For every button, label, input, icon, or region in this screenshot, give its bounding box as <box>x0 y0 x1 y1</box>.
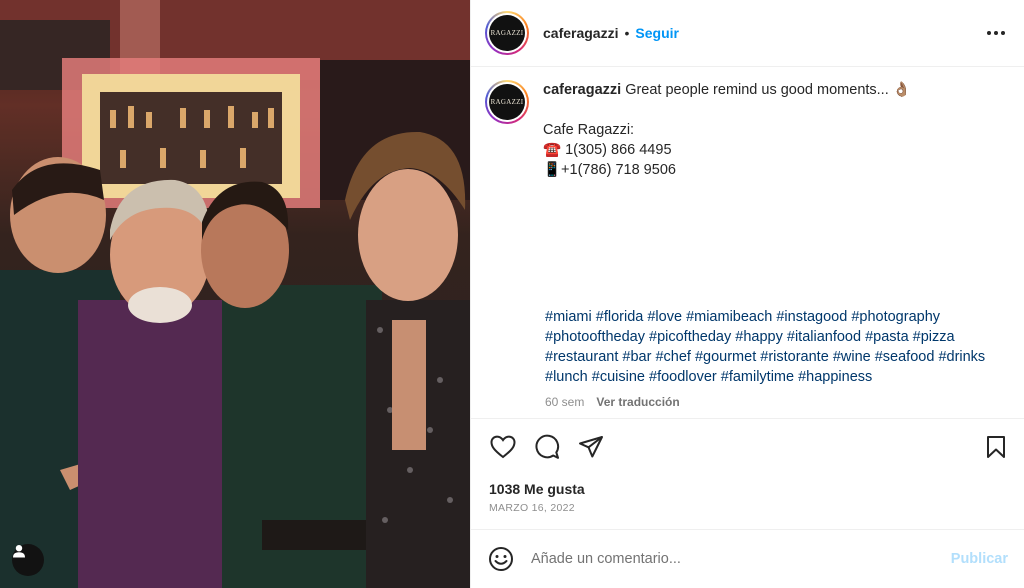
more-options-icon[interactable] <box>984 21 1008 45</box>
hashtag-link[interactable]: #lunch <box>545 369 588 385</box>
avatar-logo-text: RAGAZZI <box>489 15 525 51</box>
hashtag-link[interactable]: #italianfood <box>787 329 861 345</box>
heart-icon[interactable] <box>489 433 517 461</box>
caption-contact-lines: Cafe Ragazzi: ☎️ 1(305) 866 4495 📱+1(786… <box>543 120 911 180</box>
user-tag-icon[interactable] <box>12 544 44 576</box>
caption-avatar-logo-text: RAGAZZI <box>489 84 525 120</box>
see-translation-button[interactable]: Ver traducción <box>596 395 679 409</box>
hashtag-link[interactable]: #instagood <box>776 309 847 325</box>
post-details-panel: RAGAZZI caferagazzi • Seguir RAGAZZI caf… <box>470 0 1024 588</box>
photo-illustration <box>0 0 470 588</box>
hashtag-link[interactable]: #picoftheday <box>649 329 731 345</box>
caption-meta: 60 sem Ver traducción <box>545 395 680 409</box>
post-header: RAGAZZI caferagazzi • Seguir <box>471 0 1024 67</box>
hashtag-link[interactable]: #restaurant <box>545 349 618 365</box>
bookmark-icon[interactable] <box>982 433 1010 461</box>
comment-icon[interactable] <box>533 433 561 461</box>
hashtag-link[interactable]: #miami <box>545 309 592 325</box>
hashtag-link[interactable]: #familytime <box>721 369 794 385</box>
post-age: 60 sem <box>545 395 585 409</box>
hashtag-link[interactable]: #pizza <box>913 329 955 345</box>
hashtag-link[interactable]: #seafood <box>875 349 935 365</box>
caption-line: ☎️ 1(305) 866 4495 <box>543 142 672 158</box>
separator-dot: • <box>624 25 630 41</box>
hashtag-link[interactable]: #happy <box>735 329 783 345</box>
hashtag-link[interactable]: #drinks <box>938 349 985 365</box>
avatar[interactable]: RAGAZZI <box>485 11 529 55</box>
hashtags: #miami #florida #love #miamibeach #insta… <box>545 307 1005 387</box>
hashtag-link[interactable]: #cuisine <box>592 369 645 385</box>
hashtag-link[interactable]: #happiness <box>798 369 872 385</box>
hashtag-link[interactable]: #wine <box>833 349 871 365</box>
caption-line: 📱+1(786) 718 9506 <box>543 162 676 178</box>
caption-line: Cafe Ragazzi: <box>543 122 635 138</box>
follow-button[interactable]: Seguir <box>635 25 679 41</box>
post-photo[interactable] <box>0 0 470 588</box>
post-date: MARZO 16, 2022 <box>489 502 575 514</box>
hashtag-link[interactable]: #gourmet <box>695 349 756 365</box>
hashtag-link[interactable]: #photooftheday <box>545 329 645 345</box>
action-bar <box>471 418 1024 474</box>
hashtag-link[interactable]: #bar <box>622 349 651 365</box>
post-username[interactable]: caferagazzi <box>543 25 618 41</box>
caption-area: RAGAZZI caferagazzi Great people remind u… <box>471 67 1024 418</box>
comment-bar: Publicar <box>471 529 1024 588</box>
comment-input[interactable] <box>531 551 951 567</box>
caption-text: Great people remind us good moments... 👌… <box>625 82 911 98</box>
hashtag-link[interactable]: #florida <box>596 309 644 325</box>
hashtag-link[interactable]: #love <box>647 309 682 325</box>
caption-avatar[interactable]: RAGAZZI <box>485 80 529 124</box>
hashtag-link[interactable]: #foodlover <box>649 369 717 385</box>
publish-button[interactable]: Publicar <box>951 551 1008 567</box>
hashtag-link[interactable]: #pasta <box>865 329 909 345</box>
share-icon[interactable] <box>577 433 605 461</box>
caption-username[interactable]: caferagazzi <box>543 82 621 98</box>
hashtag-link[interactable]: #ristorante <box>760 349 829 365</box>
hashtag-link[interactable]: #miamibeach <box>686 309 772 325</box>
hashtag-link[interactable]: #photography <box>851 309 940 325</box>
caption: caferagazzi Great people remind us good m… <box>543 80 911 180</box>
likes-count[interactable]: 1038 Me gusta <box>489 481 585 497</box>
emoji-icon[interactable] <box>487 545 515 573</box>
hashtag-link[interactable]: #chef <box>655 349 690 365</box>
